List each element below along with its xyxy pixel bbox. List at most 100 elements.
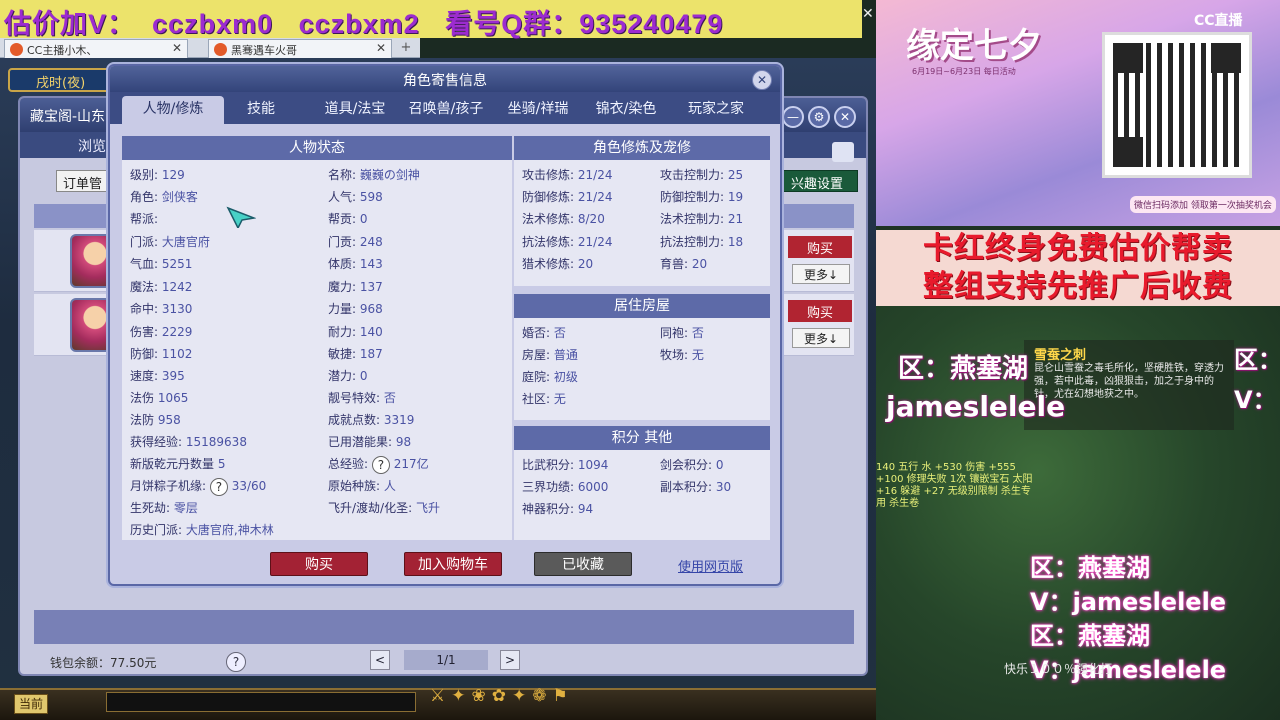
points-row-2-a-value: 94 (577, 502, 594, 516)
cult-row-3-b: 抗法控制力: 18 (660, 233, 743, 250)
page-indicator: 1/1 (404, 650, 488, 670)
status-left-4-value: 5251 (161, 257, 193, 271)
interest-settings-button[interactable]: 兴趣设置 (776, 170, 858, 192)
promo-banner: 估价加V： cczbxm0 cczbxm2 看号Q群：935240479 (0, 0, 862, 39)
buy-button[interactable]: 购买 (788, 236, 852, 258)
house-row-1-a-value: 普通 (553, 348, 578, 362)
buy-button[interactable]: 购买 (270, 552, 368, 576)
cult-row-1-b-label: 防御控制力: (660, 190, 725, 204)
overlay-corner-wechat: V： (1234, 386, 1277, 414)
cursor-icon (226, 206, 256, 228)
status-right-4-value: 143 (359, 257, 383, 271)
buy-button[interactable]: 购买 (788, 300, 852, 322)
help-icon[interactable]: ? (209, 477, 228, 496)
house-row-0-a-value: 否 (553, 326, 566, 340)
status-right-6: 力量: 968 (328, 300, 383, 317)
use-web-version-link[interactable]: 使用网页版 (678, 556, 743, 575)
add-to-cart-button[interactable]: 加入购物车 (404, 552, 502, 576)
status-right-7-label: 耐力: (328, 325, 357, 339)
status-right-3-label: 门贡: (328, 235, 357, 249)
window-title: 藏宝阁-山东 (30, 109, 106, 125)
more-button[interactable]: 更多↓ (792, 328, 850, 348)
tab-close-icon[interactable]: ✕ (172, 41, 182, 55)
status-left-9-label: 速度: (130, 369, 159, 383)
status-right-11: 成就点数: 3319 (328, 411, 414, 428)
cult-row-0-b-value: 25 (727, 168, 744, 182)
toolbar-icons[interactable]: ⚔✦❀✿✦❁⚑ (430, 686, 574, 706)
status-bottom-left-0-value: 15189638 (185, 435, 247, 449)
cult-row-1-a-value: 21/24 (577, 190, 613, 204)
tab-pets[interactable]: 召唤兽/孩子 (400, 96, 492, 124)
new-tab-icon[interactable]: + (398, 40, 414, 56)
close-icon[interactable]: ✕ (834, 106, 856, 128)
cultivation-panel-title: 角色修炼及宠修 (514, 136, 770, 160)
status-bottom-right-2-value: 人 (383, 479, 396, 493)
status-right-6-value: 968 (359, 302, 383, 316)
house-row-0-b: 同袍: 否 (660, 324, 704, 341)
tab-outfits[interactable]: 锦衣/染色 (586, 96, 666, 124)
settings-icon[interactable]: ⚙ (808, 106, 830, 128)
status-bottom-right-0-label: 已用潜能果: (328, 435, 393, 449)
pagination: < 1/1 > (370, 650, 522, 672)
tab-character[interactable]: 人物/修炼 (122, 96, 224, 124)
house-row-3-a-label: 社区: (522, 392, 551, 406)
current-channel-button[interactable]: 当前 (14, 694, 48, 714)
search-icon[interactable] (832, 142, 854, 162)
help-icon[interactable]: ? (226, 652, 246, 672)
tab-second[interactable]: 黑骞遇车火哥 ✕ (208, 39, 392, 58)
cult-row-0-a-value: 21/24 (577, 168, 613, 182)
cult-row-0-b: 攻击控制力: 25 (660, 166, 743, 183)
cult-row-4-a-label: 猎术修炼: (522, 257, 575, 271)
cult-row-1-b-value: 19 (727, 190, 744, 204)
tab-home[interactable]: 玩家之家 (676, 96, 756, 124)
minimize-icon[interactable]: — (782, 106, 804, 128)
favorited-button[interactable]: 已收藏 (534, 552, 632, 576)
cult-row-2-a-label: 法术修炼: (522, 212, 575, 226)
cc-logo-icon (10, 43, 23, 56)
status-bottom-left-4-label: 历史门派: (130, 523, 183, 537)
tab-mounts[interactable]: 坐骑/祥瑞 (498, 96, 578, 124)
tab-close-icon[interactable]: ✕ (376, 41, 386, 55)
status-left-10-value: 1065 (157, 391, 189, 405)
next-page-button[interactable]: > (500, 650, 520, 670)
status-bottom-left-0-label: 获得经验: (130, 435, 183, 449)
house-row-0-a: 婚否: 否 (522, 324, 566, 341)
close-icon[interactable]: ✕ (752, 70, 772, 90)
points-row-0-b-value: 0 (715, 458, 724, 472)
house-row-3-a-value: 无 (553, 392, 566, 406)
status-bottom-left-0: 获得经验: 15189638 (130, 433, 247, 450)
status-panel-title: 人物状态 (122, 136, 512, 160)
status-left-3-label: 门派: (130, 235, 159, 249)
prev-page-button[interactable]: < (370, 650, 390, 670)
status-bottom-left-2: 月饼粽子机缘: ? 33/60 (130, 477, 266, 496)
status-right-11-value: 3319 (383, 413, 415, 427)
status-left-5: 魔法: 1242 (130, 278, 192, 295)
status-right-8-label: 敏捷: (328, 347, 357, 361)
status-bottom-right-3-value: 飞升 (415, 501, 440, 515)
chat-input[interactable] (106, 692, 416, 712)
cult-row-4-b: 育兽: 20 (660, 255, 707, 272)
status-right-11-label: 成就点数: (328, 413, 381, 427)
event-title: 缘定七夕 (906, 26, 1042, 66)
overlay-wechat: V：jameslelele (1030, 588, 1227, 616)
points-row-1-b-label: 副本积分: (660, 480, 713, 494)
help-icon[interactable]: ? (371, 455, 390, 474)
status-bottom-left-3-label: 生死劫: (130, 501, 171, 515)
house-row-3-a: 社区: 无 (522, 390, 566, 407)
more-button[interactable]: 更多↓ (792, 264, 850, 284)
status-bottom-left-3-value: 零层 (173, 501, 198, 515)
status-left-7-value: 2229 (161, 325, 193, 339)
overlay-region: 区：燕塞湖 (898, 354, 1029, 384)
cult-row-3-a-label: 抗法修炼: (522, 235, 575, 249)
status-right-0: 名称: 巍巍の剑神 (328, 166, 420, 183)
cult-row-2-a-value: 8/20 (577, 212, 605, 226)
tab-cc-streamer[interactable]: CC主播小木、 ✕ (4, 39, 188, 58)
tab-label: 黑骞遇车火哥 (231, 44, 297, 57)
tab-items[interactable]: 道具/法宝 (310, 96, 400, 124)
tab-skills[interactable]: 技能 (230, 96, 292, 124)
status-right-4-label: 体质: (328, 257, 357, 271)
banner-close-icon[interactable]: ✕ (862, 6, 874, 22)
status-right-7: 耐力: 140 (328, 323, 383, 340)
points-row-0-b-label: 剑会积分: (660, 458, 713, 472)
browse-tab[interactable]: 浏览 (78, 136, 106, 156)
